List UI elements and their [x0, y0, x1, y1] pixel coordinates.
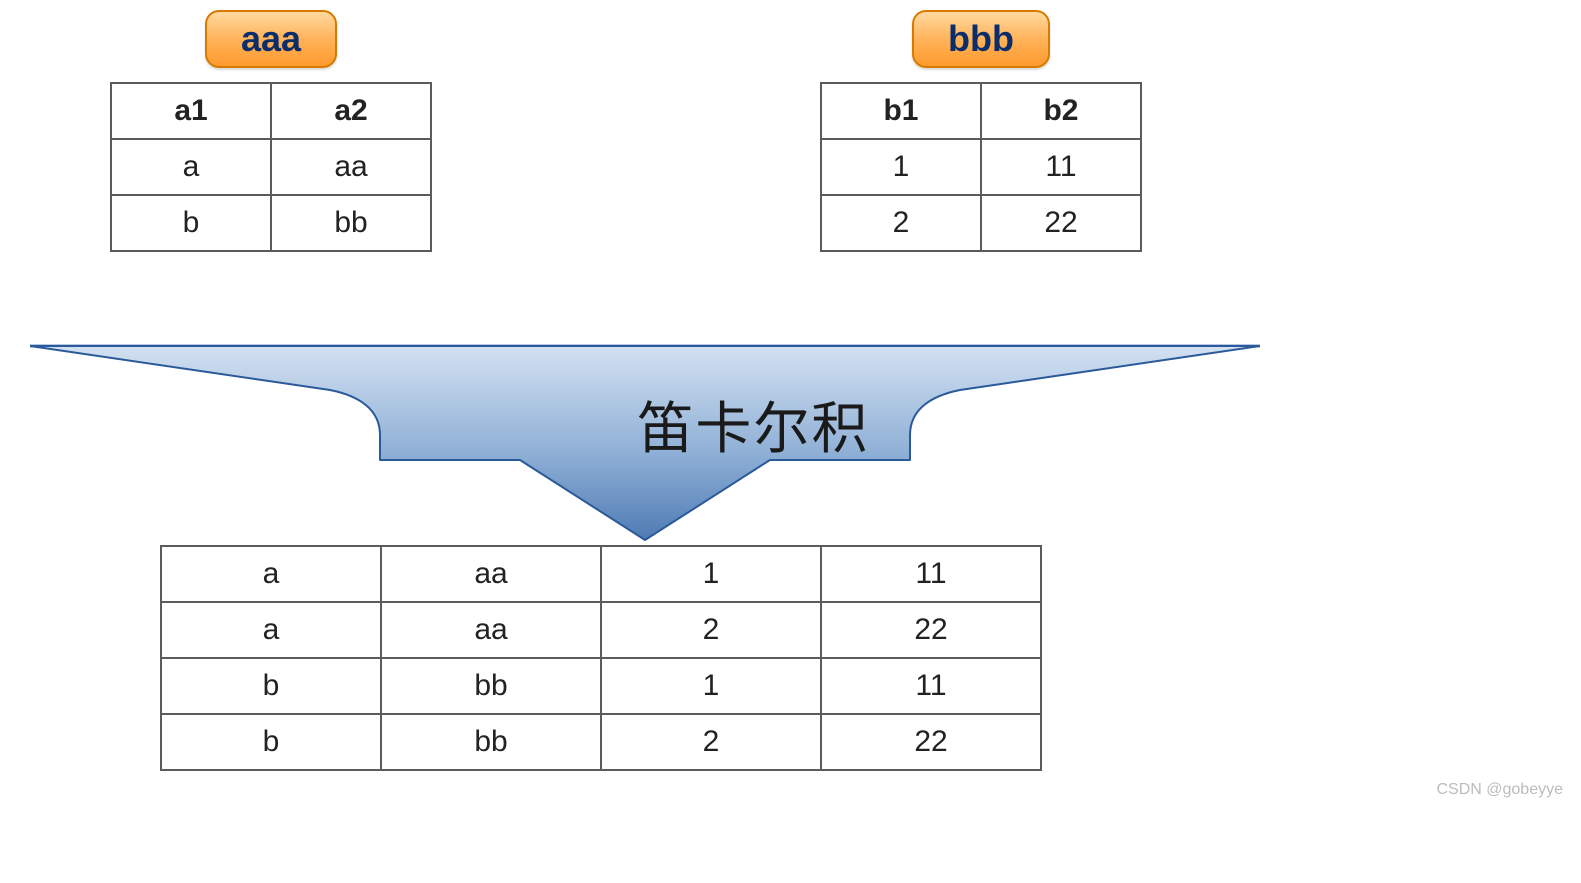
cell: a: [111, 139, 271, 195]
cell: 1: [821, 139, 981, 195]
cell: 11: [821, 546, 1041, 602]
cell: 1: [601, 546, 821, 602]
table-a-title-pill: aaa: [205, 10, 337, 68]
table-b-header-row: b1 b2: [821, 83, 1141, 139]
table-b-header-0: b1: [821, 83, 981, 139]
table-row: a aa 2 22: [161, 602, 1041, 658]
table-row: a aa 1 11: [161, 546, 1041, 602]
table-row: a aa: [111, 139, 431, 195]
table-row: b bb 2 22: [161, 714, 1041, 770]
table-a-block: aaa a1 a2 a aa b bb: [110, 10, 432, 252]
cell: 2: [601, 602, 821, 658]
cell: 22: [821, 602, 1041, 658]
cell: aa: [271, 139, 431, 195]
result-table-block: a aa 1 11 a aa 2 22 b bb 1 11 b bb 2 22: [160, 545, 1042, 771]
cell: 11: [821, 658, 1041, 714]
table-a-header-0: a1: [111, 83, 271, 139]
cell: bb: [271, 195, 431, 251]
cell: bb: [381, 714, 601, 770]
cell: b: [161, 714, 381, 770]
table-b-block: bbb b1 b2 1 11 2 22: [820, 10, 1142, 252]
cell: 11: [981, 139, 1141, 195]
cell: 22: [981, 195, 1141, 251]
result-table: a aa 1 11 a aa 2 22 b bb 1 11 b bb 2 22: [160, 545, 1042, 771]
table-b: b1 b2 1 11 2 22: [820, 82, 1142, 252]
table-row: 1 11: [821, 139, 1141, 195]
table-row: b bb 1 11: [161, 658, 1041, 714]
table-b-header-1: b2: [981, 83, 1141, 139]
cell: 2: [821, 195, 981, 251]
table-a-header-row: a1 a2: [111, 83, 431, 139]
watermark-text: CSDN @gobeyye: [1436, 781, 1563, 799]
table-a-header-1: a2: [271, 83, 431, 139]
table-b-title-pill: bbb: [912, 10, 1050, 68]
table-row: b bb: [111, 195, 431, 251]
cell: 22: [821, 714, 1041, 770]
cell: b: [161, 658, 381, 714]
cell: a: [161, 602, 381, 658]
arrow-label: 笛卡尔积: [637, 384, 869, 465]
cell: b: [111, 195, 271, 251]
table-a: a1 a2 a aa b bb: [110, 82, 432, 252]
cell: 1: [601, 658, 821, 714]
cell: 2: [601, 714, 821, 770]
table-row: 2 22: [821, 195, 1141, 251]
cell: aa: [381, 602, 601, 658]
cell: bb: [381, 658, 601, 714]
cell: aa: [381, 546, 601, 602]
cell: a: [161, 546, 381, 602]
